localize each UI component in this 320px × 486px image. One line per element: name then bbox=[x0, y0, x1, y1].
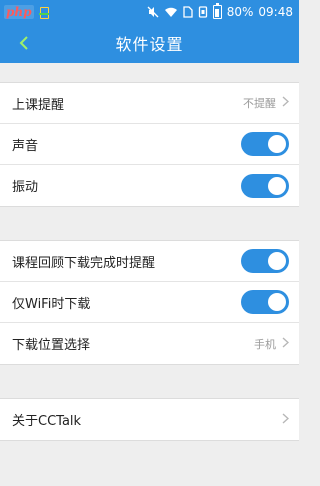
chevron-right-icon bbox=[282, 336, 290, 352]
row-label: 仅WiFi时下载 bbox=[12, 296, 91, 312]
status-bar: php 80% 09:48 bbox=[0, 0, 299, 23]
sim-icon bbox=[183, 5, 193, 19]
php-logo: php bbox=[4, 4, 34, 19]
row-wifi-only: 仅WiFi时下载 bbox=[0, 282, 299, 323]
row-class-reminder[interactable]: 上课提醒 不提醒 bbox=[0, 83, 299, 124]
cleaner-app-icon bbox=[38, 6, 50, 19]
row-download-location[interactable]: 下载位置选择 手机 bbox=[0, 323, 299, 364]
row-value: 手机 bbox=[254, 337, 276, 351]
row-label: 声音 bbox=[12, 138, 39, 154]
chevron-right-icon bbox=[282, 412, 290, 428]
battery-percent: 80% bbox=[226, 4, 254, 19]
row-label: 关于CCTalk bbox=[12, 414, 82, 429]
row-sound: 声音 bbox=[0, 124, 299, 165]
chevron-left-icon bbox=[19, 36, 28, 50]
row-vibration: 振动 bbox=[0, 165, 299, 206]
row-value: 不提醒 bbox=[243, 97, 276, 110]
sound-toggle[interactable] bbox=[241, 132, 289, 156]
row-review-download-notify: 课程回顾下载完成时提醒 bbox=[0, 241, 299, 282]
status-right: 80% 09:48 bbox=[147, 2, 293, 19]
row-label: 振动 bbox=[12, 180, 39, 195]
settings-group-about: 关于CCTalk bbox=[0, 398, 299, 441]
back-button[interactable] bbox=[10, 29, 38, 57]
wifi-icon bbox=[164, 5, 178, 19]
status-left: php bbox=[4, 4, 50, 19]
row-label: 下载位置选择 bbox=[12, 338, 91, 353]
mute-icon bbox=[147, 5, 159, 19]
vibration-toggle[interactable] bbox=[241, 173, 289, 198]
nav-bar: 软件设置 bbox=[0, 23, 299, 63]
page-title: 软件设置 bbox=[115, 35, 184, 54]
settings-group-downloads: 课程回顾下载完成时提醒 仅WiFi时下载 下载位置选择 手机 bbox=[0, 240, 299, 365]
wifi-only-toggle[interactable] bbox=[241, 290, 289, 314]
chevron-right-icon bbox=[282, 95, 290, 111]
clock: 09:48 bbox=[258, 4, 293, 19]
battery-icon bbox=[212, 2, 222, 19]
row-label: 上课提醒 bbox=[12, 97, 65, 113]
settings-group-reminders: 上课提醒 不提醒 声音 振动 bbox=[0, 82, 299, 207]
row-about[interactable]: 关于CCTalk bbox=[0, 399, 299, 440]
row-label: 课程回顾下载完成时提醒 bbox=[12, 255, 156, 271]
rotate-icon bbox=[198, 5, 208, 19]
download-notify-toggle[interactable] bbox=[241, 249, 289, 273]
